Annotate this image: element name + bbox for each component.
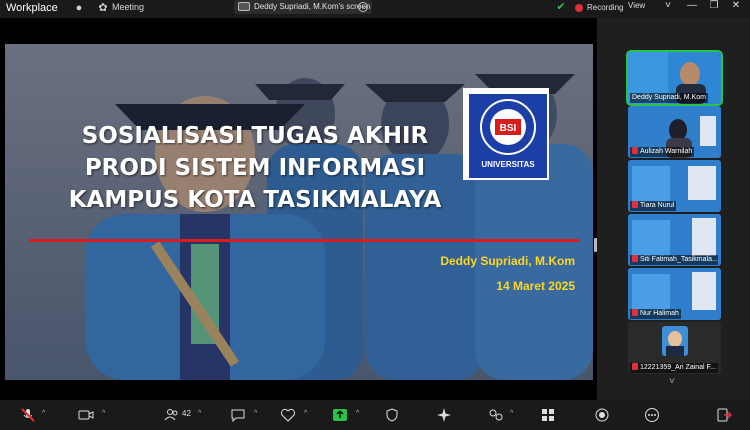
shared-screen: SOSIALISASI TUGAS AKHIR PRODI SISTEM INF… [0,18,597,400]
participant-tile[interactable]: Aulizah Warnilah [628,106,721,158]
slide-title-line-3: KAMPUS KOTA TASIKMALAYA [68,187,442,213]
caret-up-icon[interactable]: ^ [304,410,307,417]
caret-up-icon[interactable]: ^ [198,410,201,417]
participant-tile[interactable]: Deddy Supriadi, M.Kom [626,50,723,106]
record-button[interactable] [590,405,614,425]
record-icon [595,408,609,422]
logo-panel: BSI UNIVERSITAS [469,94,547,178]
view-grid-button[interactable] [536,405,560,425]
sparkle-icon [437,408,451,422]
close-icon[interactable]: ✕ [728,0,744,12]
participant-count: 42 [182,409,191,418]
participant-name: Aulizah Warnilah [630,147,695,157]
chat-icon [231,409,245,422]
slide-title-line-1: SOSIALISASI TUGAS AKHIR [81,123,429,149]
caret-up-icon[interactable]: ^ [102,410,105,417]
logo-text: UNIVERSITAS [481,160,535,169]
host-tools-button[interactable] [380,405,404,425]
meeting-toolbar: ^ ^ 42 ^ ^ ^ ^ ^ [0,400,750,430]
shield-icon [386,408,398,422]
recording-label[interactable]: Recording [587,3,623,12]
shield-info-icon[interactable]: ● [72,1,86,15]
participant-name: Siti Fatimah_Tasikmala... [630,255,718,265]
participants-icon [164,409,178,421]
participant-tile[interactable]: Siti Fatimah_Tasikmala... [628,214,721,266]
screen-share-label: Deddy Supriadi, M.Kom's screen [254,2,371,11]
top-bar: Workplace ● ✿ Meeting Deddy Supriadi, M.… [0,0,750,18]
chevron-down-icon[interactable]: ˅ [660,0,676,12]
participant-name: Nur Halimah [630,309,681,319]
recording-dot-icon [575,4,583,12]
participant-name: Deddy Supriadi, M.Kom [630,93,708,103]
muted-mic-icon [21,408,35,422]
muted-mic-icon [632,255,638,262]
meeting-label[interactable]: Meeting [112,2,144,12]
participant-name: 12221359_Ari Zainal F... [630,363,718,373]
apps-button[interactable] [484,405,508,425]
caret-up-icon[interactable]: ^ [510,410,513,417]
participant-tile[interactable]: Nur Halimah [628,268,721,320]
participant-tile[interactable]: Tiara Nurul [628,160,721,212]
chat-button[interactable] [226,405,250,425]
apps-icon [489,409,503,421]
ai-companion-button[interactable] [432,405,456,425]
title-underline [29,239,579,242]
participant-name: Tiara Nurul [630,201,677,211]
camera-icon [78,410,94,420]
presentation-date: 14 Maret 2025 [496,279,575,293]
app-title: Workplace [6,2,58,14]
presentation-slide: SOSIALISASI TUGAS AKHIR PRODI SISTEM INF… [5,44,593,380]
participants-button[interactable] [160,405,184,425]
meeting-icon[interactable]: ✿ [96,1,110,15]
encryption-shield-icon[interactable]: ✔ [555,1,567,14]
muted-mic-icon [632,363,638,370]
mute-button[interactable] [16,405,40,425]
more-button[interactable] [640,405,664,425]
minimize-icon[interactable]: — [684,0,700,12]
presenter-name: Deddy Supriadi, M.Kom [440,254,575,268]
view-button[interactable]: View [628,1,645,10]
restore-icon[interactable]: ❐ [706,0,722,12]
share-screen-button[interactable] [328,405,352,425]
caret-up-icon[interactable]: ^ [42,410,45,417]
more-icon [645,408,659,422]
react-button[interactable] [276,405,300,425]
screen-share-icon [238,2,250,11]
video-button[interactable] [74,405,98,425]
slide-title: SOSIALISASI TUGAS AKHIR PRODI SISTEM INF… [45,120,465,216]
muted-mic-icon [632,309,638,316]
participant-tile[interactable]: 12221359_Ari Zainal F... [628,322,721,374]
chevron-down-icon[interactable]: ˅ [669,376,675,387]
more-options-icon[interactable]: … [358,2,368,12]
leave-icon [717,408,732,422]
leave-button[interactable] [712,405,736,425]
logo-initials: BSI [500,123,517,134]
university-logo: BSI UNIVERSITAS [463,88,549,180]
participant-panel: Deddy Supriadi, M.Kom Aulizah Warnilah T… [597,18,750,400]
screen-share-indicator[interactable]: Deddy Supriadi, M.Kom's screen … [234,0,372,14]
share-screen-icon [333,409,347,421]
heart-icon [280,408,296,422]
grid-icon [542,409,554,421]
bsi-emblem: BSI [480,99,536,155]
caret-up-icon[interactable]: ^ [254,410,257,417]
caret-up-icon[interactable]: ^ [356,410,359,417]
muted-mic-icon [632,201,638,208]
muted-mic-icon [632,147,638,154]
slide-title-line-2: PRODI SISTEM INFORMASI [84,155,426,181]
